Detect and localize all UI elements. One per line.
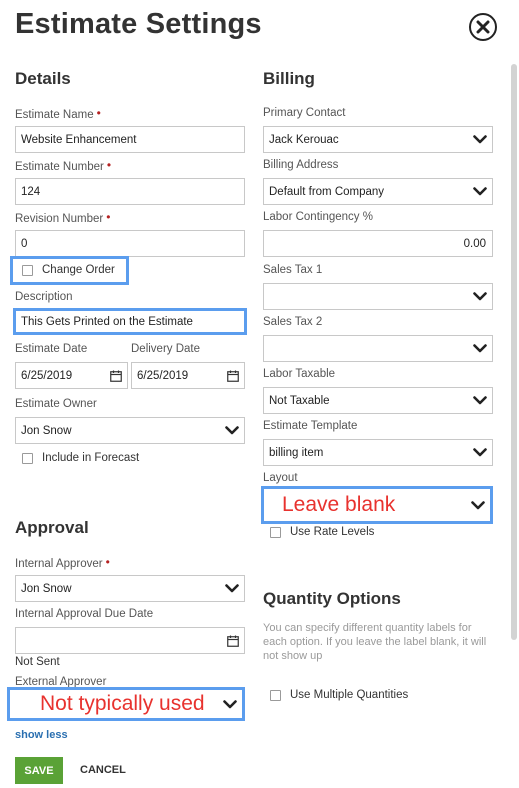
- chevron-down-icon: [223, 699, 237, 708]
- page-title: Estimate Settings: [15, 8, 262, 40]
- save-button[interactable]: SAVE: [15, 757, 63, 784]
- description-label: Description: [15, 291, 73, 303]
- chevron-down-icon: [473, 187, 487, 196]
- labor-taxable-select[interactable]: Not Taxable: [263, 387, 493, 414]
- billing-heading: Billing: [263, 69, 315, 88]
- close-button[interactable]: [469, 13, 497, 41]
- close-icon: [476, 20, 490, 34]
- billing-address-label: Billing Address: [263, 159, 339, 171]
- estimate-date-value: 6/25/2019: [21, 369, 73, 382]
- estimate-template-value: billing item: [269, 446, 324, 459]
- use-rate-levels-checkbox[interactable]: [270, 527, 281, 538]
- primary-contact-select[interactable]: Jack Kerouac: [263, 126, 493, 153]
- include-forecast-label: Include in Forecast: [42, 452, 140, 464]
- layout-select[interactable]: Leave blank: [264, 489, 490, 521]
- estimate-name-label: Estimate Name •: [15, 106, 101, 121]
- primary-contact-value: Jack Kerouac: [269, 133, 339, 146]
- layout-annotation: Leave blank: [282, 493, 396, 516]
- chevron-down-icon: [473, 448, 487, 457]
- estimate-owner-value: Jon Snow: [21, 424, 72, 437]
- required-marker: •: [96, 106, 101, 120]
- estimate-owner-label: Estimate Owner: [15, 398, 97, 410]
- estimate-number-value: 124: [21, 185, 41, 198]
- internal-approver-select[interactable]: Jon Snow: [15, 575, 245, 602]
- show-less-link[interactable]: show less: [15, 729, 68, 741]
- external-approver-annotation: Not typically used: [40, 692, 205, 715]
- quantity-options-heading: Quantity Options: [263, 589, 401, 608]
- details-heading: Details: [15, 69, 71, 88]
- sales-tax-1-label: Sales Tax 1: [263, 264, 323, 276]
- required-marker: •: [106, 158, 112, 172]
- quantity-options-help: You can specify different quantity label…: [263, 622, 487, 662]
- revision-number-label-text: Revision Number: [15, 213, 104, 225]
- use-multiple-quantities-checkbox[interactable]: [270, 690, 281, 701]
- change-order-checkbox[interactable]: [22, 265, 33, 276]
- delivery-date-label: Delivery Date: [131, 343, 201, 355]
- scrollbar[interactable]: [511, 64, 517, 640]
- labor-contingency-value: 0.00: [463, 237, 486, 250]
- approval-status: Not Sent: [15, 656, 60, 668]
- calendar-icon[interactable]: [227, 635, 239, 647]
- internal-approver-value: Jon Snow: [21, 582, 72, 595]
- calendar-icon[interactable]: [110, 370, 122, 382]
- estimate-name-label-text: Estimate Name: [15, 109, 94, 121]
- use-multiple-quantities-label: Use Multiple Quantities: [290, 689, 409, 701]
- due-date-input[interactable]: [15, 627, 245, 654]
- use-rate-levels-label: Use Rate Levels: [290, 526, 375, 538]
- chevron-down-icon: [473, 135, 487, 144]
- estimate-number-label-text: Estimate Number: [15, 161, 104, 173]
- estimate-number-label: Estimate Number •: [15, 158, 112, 173]
- revision-number-input[interactable]: 0: [15, 230, 245, 257]
- sales-tax-2-select[interactable]: [263, 335, 493, 362]
- estimate-template-label: Estimate Template: [263, 420, 358, 432]
- internal-approver-label: Internal Approver •: [15, 555, 110, 570]
- internal-approver-label-text: Internal Approver: [15, 558, 103, 570]
- change-order-label: Change Order: [42, 264, 115, 276]
- due-date-label: Internal Approval Due Date: [15, 608, 154, 620]
- external-approver-select[interactable]: Not typically used: [10, 690, 242, 718]
- labor-contingency-label: Labor Contingency %: [263, 211, 373, 223]
- sales-tax-2-label: Sales Tax 2: [263, 316, 323, 328]
- chevron-down-icon: [473, 396, 487, 405]
- chevron-down-icon: [473, 292, 487, 301]
- layout-label: Layout: [263, 472, 298, 484]
- estimate-number-input[interactable]: 124: [15, 178, 245, 205]
- estimate-owner-select[interactable]: Jon Snow: [15, 417, 245, 444]
- estimate-name-input[interactable]: Website Enhancement: [15, 126, 245, 153]
- required-marker: •: [106, 210, 111, 224]
- revision-number-value: 0: [21, 237, 28, 250]
- labor-taxable-label: Labor Taxable: [263, 368, 336, 380]
- approval-heading: Approval: [15, 518, 89, 537]
- estimate-date-input[interactable]: 6/25/2019: [15, 362, 128, 389]
- chevron-down-icon: [225, 584, 239, 593]
- labor-contingency-input[interactable]: 0.00: [263, 230, 493, 257]
- estimate-date-label: Estimate Date: [15, 343, 88, 355]
- sales-tax-1-select[interactable]: [263, 283, 493, 310]
- cancel-button[interactable]: CANCEL: [80, 764, 126, 776]
- delivery-date-value: 6/25/2019: [137, 369, 189, 382]
- estimate-name-value: Website Enhancement: [21, 133, 137, 146]
- chevron-down-icon: [473, 344, 487, 353]
- billing-address-value: Default from Company: [269, 185, 385, 198]
- chevron-down-icon: [471, 500, 485, 509]
- billing-address-select[interactable]: Default from Company: [263, 178, 493, 205]
- required-marker: •: [105, 555, 110, 569]
- delivery-date-input[interactable]: 6/25/2019: [131, 362, 245, 389]
- description-input[interactable]: This Gets Printed on the Estimate: [16, 311, 244, 332]
- primary-contact-label: Primary Contact: [263, 107, 346, 119]
- revision-number-label: Revision Number •: [15, 210, 111, 225]
- calendar-icon[interactable]: [227, 370, 239, 382]
- estimate-template-select[interactable]: billing item: [263, 439, 493, 466]
- labor-taxable-value: Not Taxable: [269, 394, 330, 407]
- include-forecast-checkbox[interactable]: [22, 453, 33, 464]
- chevron-down-icon: [225, 426, 239, 435]
- description-value: This Gets Printed on the Estimate: [21, 315, 193, 328]
